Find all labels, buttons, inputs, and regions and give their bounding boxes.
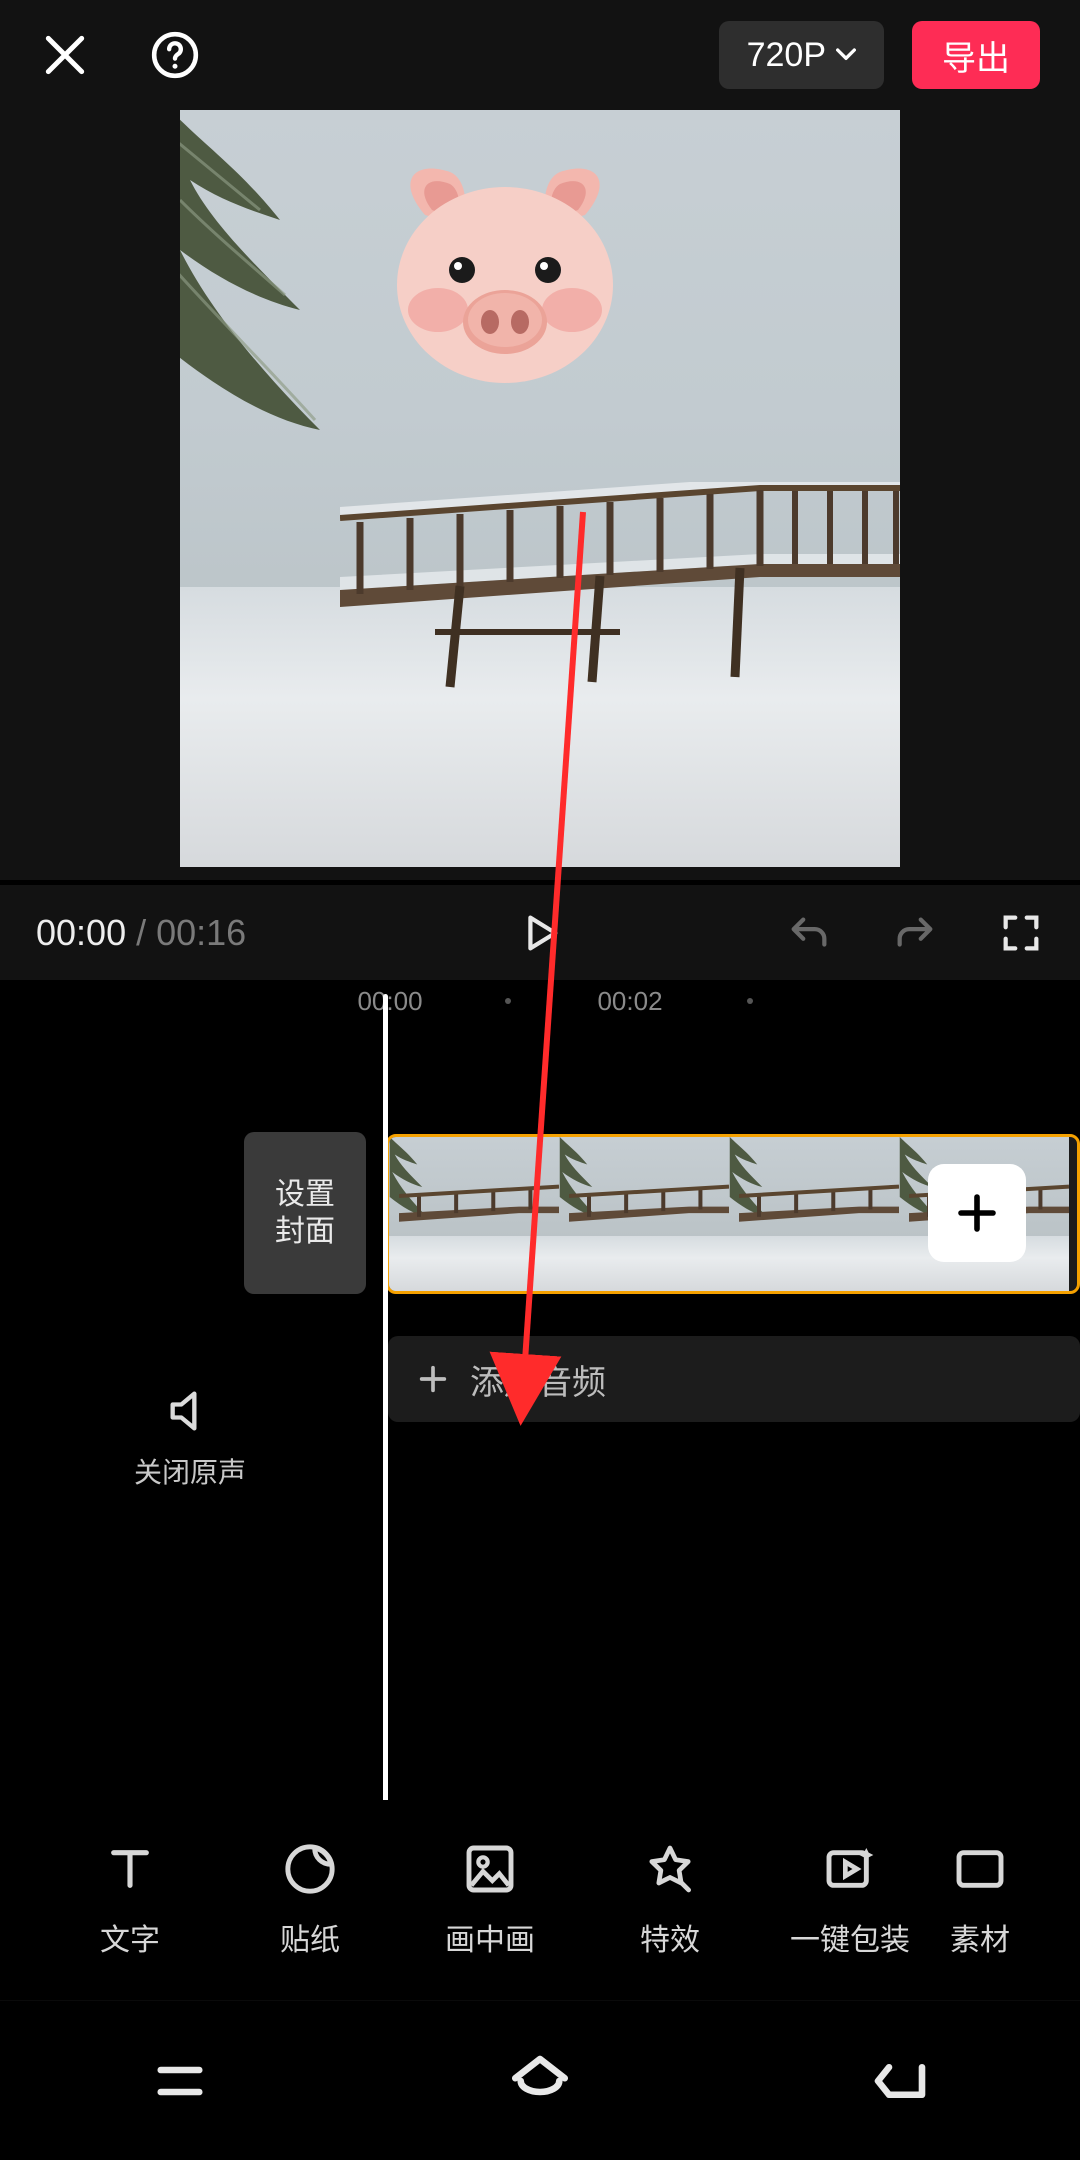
pig-sticker[interactable]	[380, 160, 630, 390]
plus-icon	[416, 1362, 450, 1396]
resolution-label: 720P	[747, 36, 826, 75]
transport-right	[786, 910, 1044, 956]
tool-pip[interactable]: 画中画	[400, 1841, 580, 1959]
preview-image[interactable]	[180, 110, 900, 867]
add-audio-button[interactable]: 添加音频	[388, 1336, 1080, 1422]
tool-assets[interactable]: 素材	[930, 1841, 1030, 1959]
preview-area	[0, 110, 1080, 880]
duration: 00:16	[156, 912, 246, 953]
set-cover-label: 设置 封面	[275, 1176, 335, 1251]
preview-tree	[180, 110, 340, 490]
undo-icon	[786, 910, 832, 956]
nav-home[interactable]	[507, 2048, 573, 2114]
nav-recents[interactable]	[147, 2048, 213, 2114]
plus-icon	[953, 1189, 1001, 1237]
close-icon[interactable]	[40, 30, 90, 80]
assets-icon	[952, 1841, 1008, 1897]
play-button[interactable]	[517, 910, 563, 956]
back-icon	[867, 2048, 933, 2114]
tool-autopack[interactable]: 一键包装	[760, 1841, 940, 1959]
current-time: 00:00	[36, 912, 126, 953]
menu-icon	[147, 2048, 213, 2114]
ruler-dot	[505, 998, 511, 1004]
fullscreen-button[interactable]	[998, 910, 1044, 956]
tool-label: 一键包装	[790, 1915, 910, 1959]
text-icon	[102, 1841, 158, 1897]
home-icon	[507, 2048, 573, 2114]
redo-icon	[892, 910, 938, 956]
tool-sticker[interactable]: 贴纸	[220, 1841, 400, 1959]
undo-button[interactable]	[786, 910, 832, 956]
ruler-tick-0: 00:00	[357, 986, 422, 1017]
top-left	[40, 30, 200, 80]
resolution-button[interactable]: 720P	[719, 21, 884, 89]
timeline: 关闭原声 设置 封面	[0, 1036, 1080, 1840]
tool-label: 文字	[100, 1915, 160, 1959]
tool-label: 画中画	[445, 1915, 535, 1959]
nav-back[interactable]	[867, 2048, 933, 2114]
preview-pier	[340, 482, 900, 692]
export-label: 导出	[942, 31, 1010, 80]
sticker-icon	[282, 1841, 338, 1897]
fullscreen-icon	[998, 910, 1044, 956]
transport-bar: 00:00 / 00:16	[0, 885, 1080, 980]
mute-label: 关闭原声	[134, 1451, 246, 1491]
system-nav	[0, 2000, 1080, 2160]
tool-label: 贴纸	[280, 1915, 340, 1959]
timeline-ruler[interactable]: 00:00 00:02	[0, 980, 1080, 1036]
pip-icon	[462, 1841, 518, 1897]
effects-star-icon	[642, 1841, 698, 1897]
mute-original-button[interactable]: 关闭原声	[134, 1385, 246, 1491]
chevron-down-icon	[836, 48, 856, 62]
tool-label: 素材	[950, 1915, 1010, 1959]
add-clip-button[interactable]	[928, 1164, 1026, 1262]
clip-thumb	[559, 1137, 729, 1291]
speaker-icon	[164, 1385, 216, 1437]
redo-button[interactable]	[892, 910, 938, 956]
play-icon	[517, 910, 563, 956]
tool-label: 特效	[640, 1915, 700, 1959]
ruler-dot	[747, 998, 753, 1004]
clip-thumb	[389, 1137, 559, 1291]
top-right: 720P 导出	[719, 21, 1040, 89]
ruler-tick-1: 00:02	[597, 986, 662, 1017]
add-audio-label: 添加音频	[470, 1355, 606, 1404]
tool-text[interactable]: 文字	[40, 1841, 220, 1959]
video-track[interactable]	[380, 1116, 1080, 1312]
top-bar: 720P 导出	[0, 0, 1080, 110]
help-icon[interactable]	[150, 30, 200, 80]
autopack-icon	[822, 1841, 878, 1897]
time-readout: 00:00 / 00:16	[36, 912, 246, 954]
clip-thumb	[729, 1137, 899, 1291]
set-cover-button[interactable]: 设置 封面	[244, 1132, 366, 1294]
bottom-toolbar: 文字 贴纸 画中画 特效 一键包装 素材	[0, 1800, 1080, 2000]
export-button[interactable]: 导出	[912, 21, 1040, 89]
tool-effects[interactable]: 特效	[580, 1841, 760, 1959]
